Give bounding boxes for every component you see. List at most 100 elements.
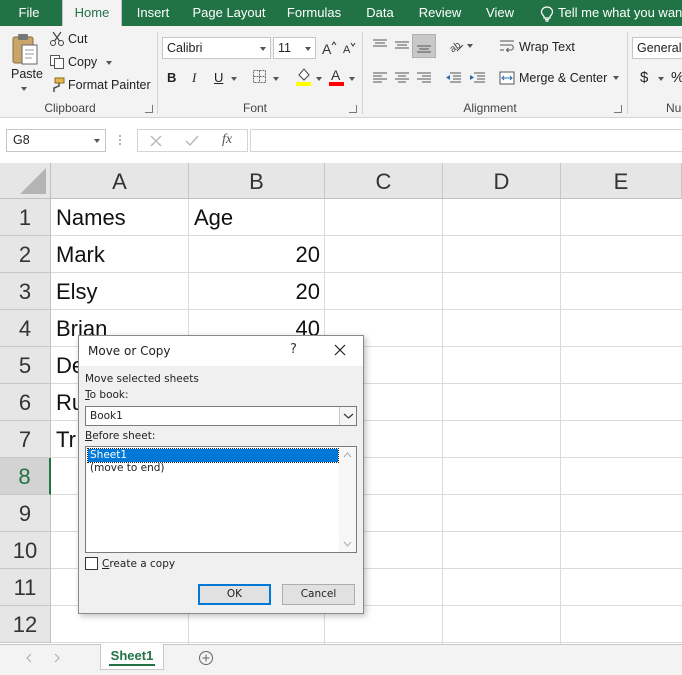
tab-file[interactable]: File (6, 0, 52, 26)
wrap-text-icon[interactable] (499, 39, 515, 53)
ok-button[interactable]: OK (198, 584, 271, 605)
tab-page-layout[interactable]: Page Layout (188, 0, 270, 26)
dialog-titlebar[interactable]: Move or Copy ? (79, 336, 363, 366)
cell-a2[interactable]: Mark (51, 236, 189, 273)
list-item-move-to-end[interactable]: (move to end) (88, 462, 338, 475)
font-launcher-icon[interactable] (349, 105, 357, 113)
scroll-tabs-right-icon[interactable] (53, 653, 61, 663)
underline-button[interactable]: U (214, 70, 223, 85)
grip-dots-icon[interactable] (118, 132, 122, 148)
row-header-11[interactable]: 11 (0, 569, 51, 606)
row-header-4[interactable]: 4 (0, 310, 51, 347)
copy-icon[interactable] (49, 54, 65, 70)
formula-input[interactable] (250, 129, 682, 152)
merge-center-icon[interactable] (499, 71, 515, 85)
column-header-d[interactable]: D (443, 163, 561, 199)
row-header-2[interactable]: 2 (0, 236, 51, 273)
currency-dropdown-icon[interactable] (658, 77, 664, 81)
row-header-8[interactable]: 8 (0, 458, 51, 495)
help-button[interactable]: ? (290, 342, 297, 357)
row-header-12[interactable]: 12 (0, 606, 51, 643)
format-painter-button[interactable]: Format Painter (68, 78, 151, 92)
column-header-e[interactable]: E (561, 163, 682, 199)
column-header-b[interactable]: B (189, 163, 325, 199)
tab-data[interactable]: Data (360, 0, 400, 26)
paste-dropdown-icon[interactable] (21, 87, 27, 91)
decrease-font-size-icon[interactable]: A (342, 41, 356, 55)
list-scrollbar[interactable] (339, 447, 356, 552)
align-left-icon[interactable] (372, 71, 388, 85)
cell-a1[interactable]: Names (51, 199, 189, 236)
create-copy-label[interactable]: Create a copy (102, 558, 175, 570)
align-middle-icon[interactable] (394, 38, 410, 52)
copy-button[interactable]: Copy (68, 55, 97, 69)
tab-insert[interactable]: Insert (128, 0, 178, 26)
underline-dropdown-icon[interactable] (231, 77, 237, 81)
fill-color-dropdown-icon[interactable] (316, 77, 322, 81)
align-center-icon[interactable] (394, 71, 410, 85)
scroll-up-icon[interactable] (343, 452, 352, 458)
merge-center-dropdown-icon[interactable] (613, 76, 619, 80)
list-item-sheet1[interactable]: Sheet1 (87, 448, 339, 463)
scissors-icon[interactable] (49, 31, 65, 47)
close-icon[interactable] (331, 341, 349, 359)
align-bottom-button[interactable] (412, 34, 436, 58)
create-copy-checkbox[interactable] (85, 557, 98, 570)
alignment-launcher-icon[interactable] (614, 105, 622, 113)
number-format-select[interactable]: General (632, 37, 682, 59)
column-header-c[interactable]: C (325, 163, 443, 199)
confirm-entry-icon[interactable] (185, 135, 199, 147)
percent-button[interactable]: % (671, 69, 682, 86)
fill-color-icon[interactable] (295, 66, 312, 86)
wrap-text-button[interactable]: Wrap Text (519, 40, 575, 54)
paste-label[interactable]: Paste (11, 67, 43, 81)
merge-center-button[interactable]: Merge & Center (519, 71, 607, 85)
font-name-select[interactable]: Calibri (162, 37, 271, 59)
tab-formulas[interactable]: Formulas (282, 0, 346, 26)
font-color-dropdown-icon[interactable] (349, 77, 355, 81)
scroll-tabs-left-icon[interactable] (25, 653, 33, 663)
row-header-6[interactable]: 6 (0, 384, 51, 421)
tab-home[interactable]: Home (62, 0, 122, 27)
column-header-a[interactable]: A (51, 163, 189, 199)
cancel-button[interactable]: Cancel (282, 584, 355, 605)
cancel-entry-icon[interactable] (150, 135, 162, 147)
row-header-7[interactable]: 7 (0, 421, 51, 458)
bold-button[interactable]: B (167, 70, 176, 85)
font-color-icon[interactable]: A (328, 66, 345, 86)
orientation-icon[interactable]: ab (447, 36, 465, 54)
name-box[interactable]: G8 (6, 129, 106, 152)
row-header-9[interactable]: 9 (0, 495, 51, 532)
format-painter-icon[interactable] (49, 77, 65, 93)
cell-a3[interactable]: Elsy (51, 273, 189, 310)
to-book-dropdown-button[interactable] (339, 407, 356, 425)
row-header-1[interactable]: 1 (0, 199, 51, 236)
paste-icon[interactable] (10, 32, 40, 66)
font-size-select[interactable]: 11 (273, 37, 316, 59)
row-header-3[interactable]: 3 (0, 273, 51, 310)
currency-button[interactable]: $ (640, 69, 648, 86)
italic-button[interactable]: I (192, 70, 196, 86)
new-sheet-icon[interactable] (198, 650, 214, 666)
orientation-dropdown-icon[interactable] (467, 44, 473, 48)
sheet-tab-sheet1[interactable]: Sheet1 (100, 644, 164, 670)
row-header-5[interactable]: 5 (0, 347, 51, 384)
before-sheet-list[interactable]: Sheet1 (move to end) (85, 446, 357, 553)
align-top-icon[interactable] (372, 38, 388, 52)
clipboard-launcher-icon[interactable] (145, 105, 153, 113)
increase-indent-icon[interactable] (468, 71, 486, 85)
copy-dropdown-icon[interactable] (106, 61, 112, 65)
row-header-10[interactable]: 10 (0, 532, 51, 569)
scroll-down-icon[interactable] (343, 541, 352, 547)
insert-function-button[interactable]: fx (222, 132, 232, 148)
select-all-corner[interactable] (0, 163, 51, 199)
borders-icon[interactable] (252, 69, 267, 84)
cell-b1[interactable]: Age (189, 199, 325, 236)
to-book-select[interactable]: Book1 (85, 406, 357, 426)
increase-font-size-icon[interactable]: A (321, 40, 337, 56)
cell-b3[interactable]: 20 (189, 273, 325, 310)
cut-button[interactable]: Cut (68, 32, 87, 46)
decrease-indent-icon[interactable] (444, 71, 462, 85)
cell-b2[interactable]: 20 (189, 236, 325, 273)
tab-view[interactable]: View (480, 0, 520, 26)
